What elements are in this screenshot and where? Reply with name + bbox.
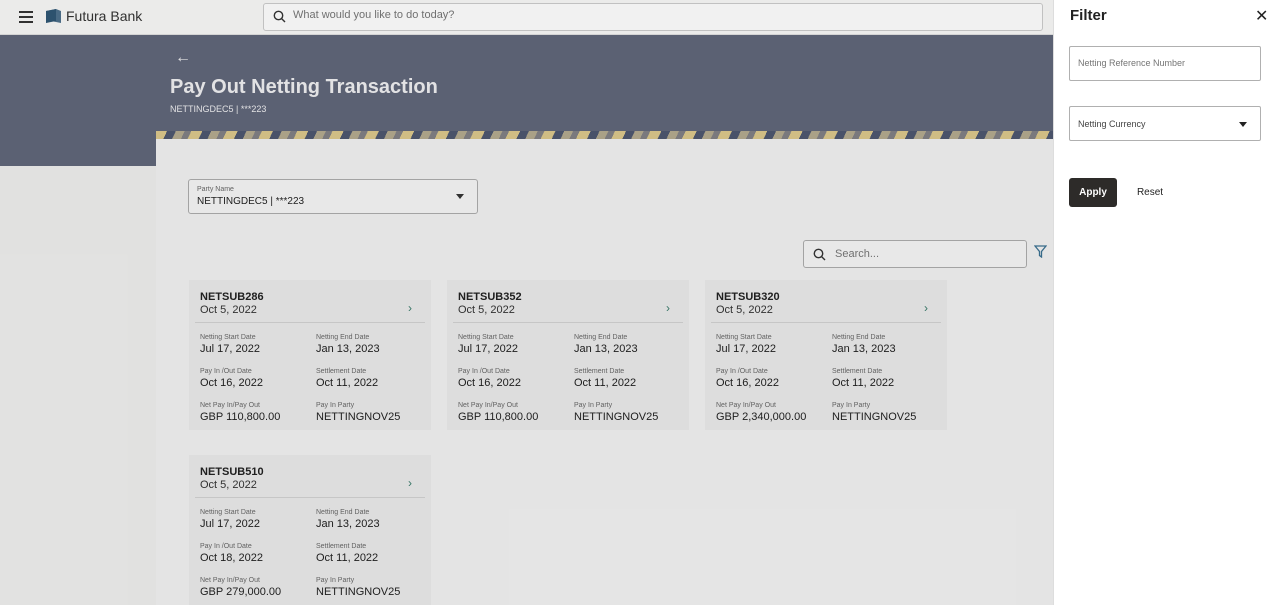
background-pattern (0, 166, 156, 605)
netting-end-label: Netting End Date (574, 334, 628, 341)
global-search-input[interactable] (293, 9, 893, 21)
netting-start-value: Jul 17, 2022 (200, 518, 260, 530)
netting-start-label: Netting Start Date (458, 334, 514, 341)
menu-icon[interactable] (19, 11, 33, 23)
card-reference: NETSUB510 (200, 466, 264, 478)
netting-start-value: Jul 17, 2022 (716, 343, 776, 355)
payin-party-value: NETTINGNOV25 (832, 411, 917, 423)
net-amount-label: Net Pay In/Pay Out (716, 402, 776, 409)
card-date: Oct 5, 2022 (716, 304, 773, 316)
netting-start-label: Netting Start Date (200, 334, 256, 341)
card-divider (711, 322, 941, 323)
payin-party-label: Pay In Party (316, 577, 355, 584)
filter-title: Filter (1070, 7, 1107, 24)
chevron-right-icon[interactable]: › (666, 301, 670, 315)
payinout-value: Oct 18, 2022 (200, 552, 263, 564)
payin-party-label: Pay In Party (316, 402, 355, 409)
card-date: Oct 5, 2022 (200, 304, 257, 316)
payinout-value: Oct 16, 2022 (200, 377, 263, 389)
transaction-card[interactable]: NETSUB286 Oct 5, 2022 › Netting Start Da… (189, 280, 431, 430)
party-name-label: Party Name (197, 186, 234, 193)
card-divider (195, 497, 425, 498)
settlement-label: Settlement Date (316, 368, 367, 375)
payinout-label: Pay In /Out Date (200, 368, 252, 375)
cards-search-input[interactable] (835, 248, 1015, 260)
payinout-value: Oct 16, 2022 (716, 377, 779, 389)
card-divider (453, 322, 683, 323)
netting-end-value: Jan 13, 2023 (832, 343, 896, 355)
payinout-value: Oct 16, 2022 (458, 377, 521, 389)
settlement-value: Oct 11, 2022 (574, 377, 637, 389)
payin-party-label: Pay In Party (574, 402, 613, 409)
netting-reference-input[interactable] (1078, 58, 1248, 68)
netting-end-value: Jan 13, 2023 (316, 343, 380, 355)
payinout-label: Pay In /Out Date (716, 368, 768, 375)
chevron-right-icon[interactable]: › (924, 301, 928, 315)
settlement-value: Oct 11, 2022 (316, 552, 379, 564)
settlement-label: Settlement Date (316, 543, 367, 550)
brand-name: Futura Bank (66, 8, 143, 24)
netting-end-label: Netting End Date (316, 334, 370, 341)
payinout-label: Pay In /Out Date (200, 543, 252, 550)
global-search[interactable] (263, 3, 1043, 31)
chevron-right-icon[interactable]: › (408, 301, 412, 315)
net-amount-value: GBP 279,000.00 (200, 586, 282, 598)
apply-button[interactable]: Apply (1069, 178, 1117, 207)
settlement-label: Settlement Date (574, 368, 625, 375)
card-reference: NETSUB352 (458, 291, 522, 303)
cards-search[interactable] (803, 240, 1027, 268)
netting-end-label: Netting End Date (316, 509, 370, 516)
transaction-card[interactable]: NETSUB352 Oct 5, 2022 › Netting Start Da… (447, 280, 689, 430)
chevron-right-icon[interactable]: › (408, 476, 412, 490)
netting-start-label: Netting Start Date (200, 509, 256, 516)
net-amount-value: GBP 2,340,000.00 (716, 411, 807, 423)
settlement-value: Oct 11, 2022 (832, 377, 895, 389)
search-icon (273, 10, 286, 23)
decorative-stripe (156, 131, 1060, 139)
netting-end-value: Jan 13, 2023 (316, 518, 380, 530)
netting-reference-field[interactable] (1069, 46, 1261, 81)
close-icon[interactable]: ✕ (1255, 6, 1268, 26)
net-amount-label: Net Pay In/Pay Out (200, 402, 260, 409)
payinout-label: Pay In /Out Date (458, 368, 510, 375)
net-amount-value: GBP 110,800.00 (200, 411, 281, 423)
net-amount-value: GBP 110,800.00 (458, 411, 539, 423)
party-name-dropdown[interactable]: Party Name NETTINGDEC5 | ***223 (188, 179, 478, 214)
search-icon (813, 248, 826, 261)
netting-start-label: Netting Start Date (716, 334, 772, 341)
netting-end-value: Jan 13, 2023 (574, 343, 638, 355)
net-amount-label: Net Pay In/Pay Out (458, 402, 518, 409)
settlement-value: Oct 11, 2022 (316, 377, 379, 389)
reset-button[interactable]: Reset (1132, 178, 1168, 207)
card-reference: NETSUB320 (716, 291, 780, 303)
bank-logo-icon (46, 9, 61, 23)
filter-icon[interactable] (1034, 245, 1047, 258)
netting-start-value: Jul 17, 2022 (200, 343, 260, 355)
payin-party-value: NETTINGNOV25 (574, 411, 659, 423)
back-arrow-icon[interactable]: ← (175, 49, 191, 67)
netting-currency-label: Netting Currency (1078, 119, 1146, 129)
transaction-card[interactable]: NETSUB320 Oct 5, 2022 › Netting Start Da… (705, 280, 947, 430)
card-reference: NETSUB286 (200, 291, 264, 303)
party-name-value: NETTINGDEC5 | ***223 (197, 196, 305, 207)
payin-party-value: NETTINGNOV25 (316, 411, 401, 423)
card-divider (195, 322, 425, 323)
card-date: Oct 5, 2022 (458, 304, 515, 316)
page-subtitle: NETTINGDEC5 | ***223 (170, 104, 267, 114)
settlement-label: Settlement Date (832, 368, 883, 375)
net-amount-label: Net Pay In/Pay Out (200, 577, 260, 584)
caret-down-icon (456, 194, 464, 199)
caret-down-icon (1239, 122, 1247, 127)
netting-currency-dropdown[interactable]: Netting Currency (1069, 106, 1261, 141)
page-title: Pay Out Netting Transaction (170, 76, 438, 98)
transaction-card[interactable]: NETSUB510 Oct 5, 2022 › Netting Start Da… (189, 455, 431, 605)
payin-party-label: Pay In Party (832, 402, 871, 409)
netting-end-label: Netting End Date (832, 334, 886, 341)
payin-party-value: NETTINGNOV25 (316, 586, 401, 598)
card-date: Oct 5, 2022 (200, 479, 257, 491)
filter-panel: Filter ✕ Netting Currency Apply Reset (1053, 0, 1276, 605)
netting-start-value: Jul 17, 2022 (458, 343, 518, 355)
